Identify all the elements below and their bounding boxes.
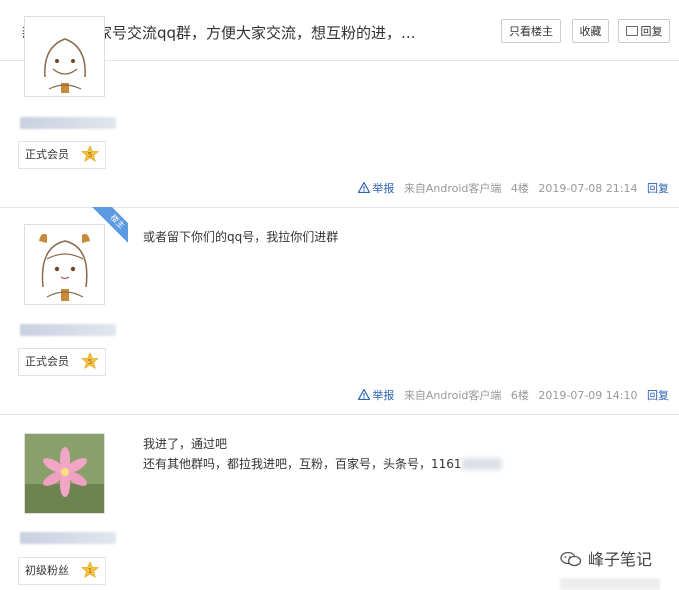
- avatar[interactable]: [24, 224, 105, 305]
- client-source: 来自Android客户端: [403, 389, 502, 402]
- blurred-footer: [560, 578, 660, 590]
- rank-label: 初级粉丝: [25, 564, 69, 577]
- flower-avatar-icon: [25, 434, 104, 513]
- warning-icon: [358, 389, 371, 400]
- avatar[interactable]: [24, 16, 105, 97]
- reply-button-label: 回复: [640, 25, 663, 38]
- member-rank: 正式会员 5: [18, 348, 106, 376]
- post-time: 2019-07-08 21:14: [538, 182, 638, 195]
- username-redacted: [20, 117, 116, 129]
- post-content: 我进了，通过吧 还有其他群吗，都拉我进吧，互粉，百家号，头条号，1161: [143, 434, 502, 474]
- report-link[interactable]: 举报: [372, 182, 394, 195]
- level-star-icon: 5: [80, 352, 99, 369]
- reply-link[interactable]: 回复: [647, 182, 669, 195]
- member-rank: 初级粉丝 1: [18, 557, 106, 585]
- post-content-text: 还有其他群吗，都拉我进吧，互粉，百家号，头条号，1161: [143, 457, 462, 471]
- post-floor-4: 正式会员 5 举报 来自Android客户端 4楼 2019-07-08 21:…: [0, 16, 679, 208]
- redacted-number: [461, 458, 502, 470]
- username-redacted: [20, 532, 116, 544]
- post-floor-6: 楼主 正式会员 5 或者留下你们的qq号，我拉你们进群 举报 来自Android…: [0, 207, 679, 415]
- avatar-girl-icon: [39, 233, 90, 301]
- reply-link[interactable]: 回复: [647, 389, 669, 402]
- post-meta: 举报 来自Android客户端 4楼 2019-07-08 21:14 回复: [358, 180, 669, 196]
- client-source: 来自Android客户端: [403, 182, 502, 195]
- floor-number: 4楼: [510, 182, 529, 195]
- reply-icon: [625, 26, 638, 36]
- wechat-icon: [560, 551, 582, 567]
- report-link[interactable]: 举报: [372, 389, 394, 402]
- favorite-button[interactable]: 收藏: [572, 19, 609, 43]
- post-content-line-2: 还有其他群吗，都拉我进吧，互粉，百家号，头条号，1161: [143, 454, 502, 474]
- rank-label: 正式会员: [25, 148, 69, 161]
- post-content: 或者留下你们的qq号，我拉你们进群: [143, 230, 339, 244]
- avatar[interactable]: [24, 433, 105, 514]
- post-content-line: 我进了，通过吧: [143, 437, 228, 451]
- member-rank: 正式会员 5: [18, 141, 106, 169]
- svg-text:1: 1: [87, 566, 92, 575]
- post-meta: 举报 来自Android客户端 6楼 2019-07-09 14:10 回复: [358, 387, 669, 403]
- watermark-text: 峰子笔记: [588, 550, 653, 569]
- avatar-girl-icon: [44, 38, 86, 93]
- only-op-button[interactable]: 只看楼主: [501, 19, 561, 43]
- floor-number: 6楼: [510, 389, 529, 402]
- level-star-icon: 5: [80, 145, 99, 162]
- reply-button[interactable]: 回复: [618, 19, 670, 43]
- warning-icon: [358, 182, 371, 193]
- rank-label: 正式会员: [25, 355, 69, 368]
- watermark: 峰子笔记: [560, 546, 652, 570]
- username-redacted: [20, 324, 116, 336]
- post-time: 2019-07-09 14:10: [538, 389, 638, 402]
- svg-text:5: 5: [87, 357, 92, 366]
- level-star-icon: 1: [80, 561, 99, 578]
- svg-text:5: 5: [87, 150, 92, 159]
